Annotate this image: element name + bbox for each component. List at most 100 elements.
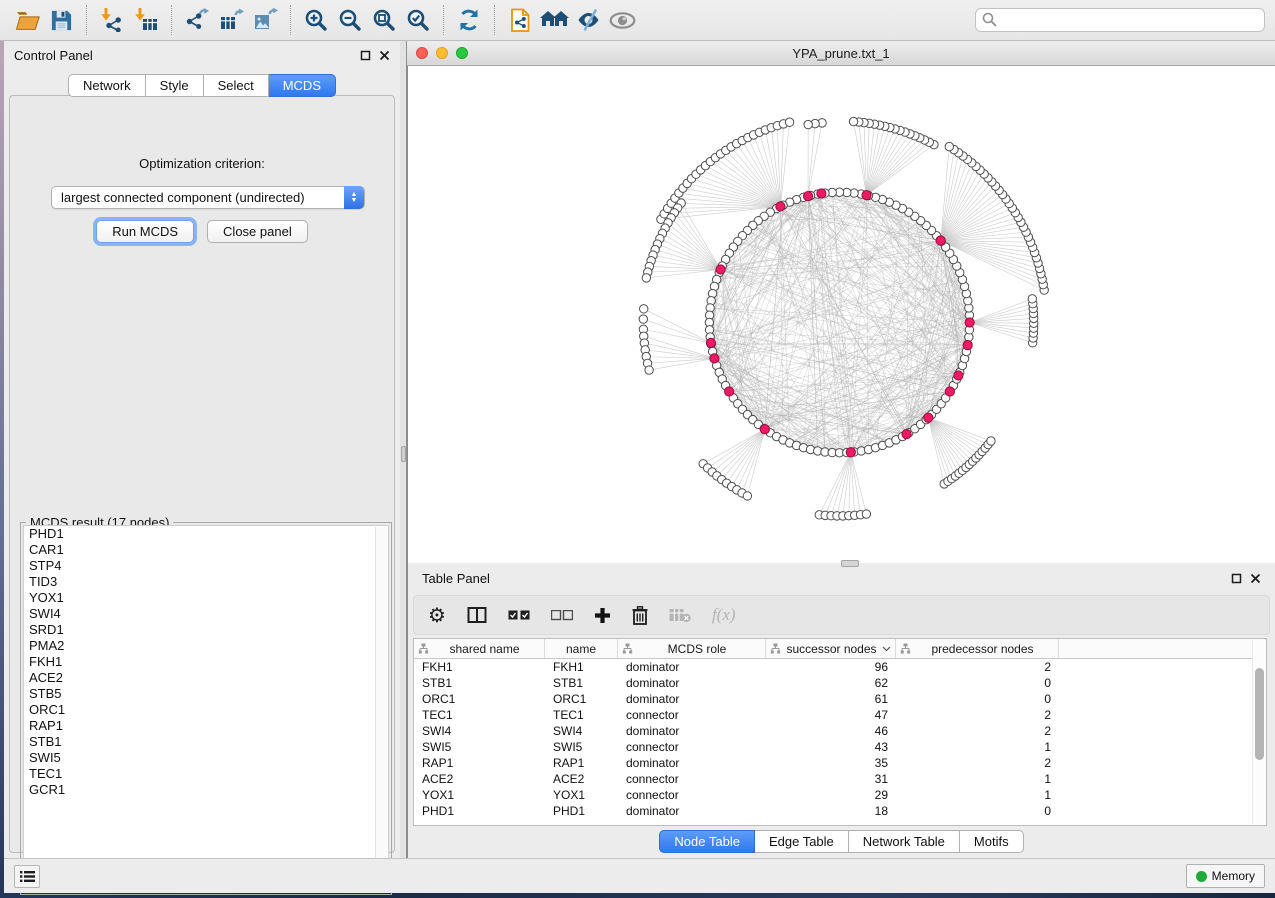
result-node-ace2[interactable]: ACE2 [24,670,388,686]
result-node-car1[interactable]: CAR1 [24,542,388,558]
export-table-button[interactable] [216,5,246,35]
table-row-fkh1[interactable]: FKH1FKH1dominator962 [414,659,1266,675]
table-scrollbar-thumb[interactable] [1255,668,1264,760]
maximize-window-icon[interactable] [456,47,468,59]
float-panel-icon[interactable] [1231,573,1242,584]
table-row-stb1[interactable]: STB1STB1dominator620 [414,675,1266,691]
result-node-fkh1[interactable]: FKH1 [24,654,388,670]
tab-network[interactable]: Network [68,74,146,97]
export-table-icon [219,8,244,32]
cell-successor-nodes: 18 [766,803,896,819]
float-panel-icon[interactable] [360,50,371,61]
column-header-predecessor-nodes[interactable]: predecessor nodes [896,639,1059,658]
cell-name: ACE2 [545,771,618,787]
table-row-yox1[interactable]: YOX1YOX1connector291 [414,787,1266,803]
export-image-button[interactable] [250,5,280,35]
vertical-splitter[interactable] [400,41,407,858]
network-titlebar[interactable]: YPA_prune.txt_1 [407,41,1275,66]
result-node-orc1[interactable]: ORC1 [24,702,388,718]
table-row-tec1[interactable]: TEC1TEC1connector472 [414,707,1266,723]
import-table-icon [134,8,158,32]
table-row-swi5[interactable]: SWI5SWI5connector431 [414,739,1266,755]
network-window: YPA_prune.txt_1 [407,41,1275,563]
splitter-handle[interactable] [401,446,406,462]
result-node-stb5[interactable]: STB5 [24,686,388,702]
close-panel-icon[interactable] [379,50,390,61]
network-canvas[interactable] [407,66,1275,563]
unselect-all-columns-icon[interactable] [551,610,573,621]
optimization-criterion-select[interactable]: largest connected component (undirected)… [51,186,365,209]
delete-table-icon-disabled [669,608,691,623]
close-panel-icon[interactable] [1250,573,1261,584]
tab-select[interactable]: Select [204,74,269,97]
attribute-tree-icon [622,643,633,654]
delete-column-icon[interactable] [632,606,648,625]
zoom-in-button[interactable] [301,5,331,35]
table-tabs: Node TableEdge TableNetwork TableMotifs [408,830,1275,853]
share-document-button[interactable] [505,5,535,35]
refresh-layout-button[interactable] [454,5,484,35]
save-session-button[interactable] [46,5,76,35]
result-node-yox1[interactable]: YOX1 [24,590,388,606]
close-window-icon[interactable] [416,47,428,59]
import-network-button[interactable] [97,5,127,35]
memory-button[interactable]: Memory [1186,864,1265,888]
tab-style[interactable]: Style [146,74,204,97]
horizontal-splitter-handle[interactable] [841,560,859,567]
result-node-pma2[interactable]: PMA2 [24,638,388,654]
cell-name: RAP1 [545,755,618,771]
result-node-swi4[interactable]: SWI4 [24,606,388,622]
minimize-window-icon[interactable] [436,47,448,59]
first-neighbors-button[interactable] [539,5,569,35]
tab-mcds[interactable]: MCDS [269,74,336,97]
tab-edge-table[interactable]: Edge Table [755,830,849,853]
result-node-srd1[interactable]: SRD1 [24,622,388,638]
result-node-stb1[interactable]: STB1 [24,734,388,750]
tab-network-table[interactable]: Network Table [849,830,960,853]
search-input[interactable] [975,8,1265,32]
table-row-phd1[interactable]: PHD1PHD1dominator180 [414,803,1266,819]
task-history-button[interactable] [14,865,40,888]
tab-node-table[interactable]: Node Table [659,830,755,853]
result-list-scrollbar[interactable] [375,527,387,890]
open-file-button[interactable] [12,5,42,35]
table-row-ace2[interactable]: ACE2ACE2connector311 [414,771,1266,787]
export-network-button[interactable] [182,5,212,35]
result-node-tec1[interactable]: TEC1 [24,766,388,782]
cell-predecessor-nodes: 2 [896,659,1059,675]
table-settings-gear-icon[interactable]: ⚙ [428,605,446,625]
close-panel-button[interactable]: Close panel [207,220,308,243]
refresh-icon [457,8,481,32]
import-table-button[interactable] [131,5,161,35]
result-node-gcr1[interactable]: GCR1 [24,782,388,798]
create-column-icon[interactable] [594,607,611,624]
main-area: Control Panel NetworkStyleSelectMCDS Opt… [4,41,1275,858]
column-header-successor-nodes[interactable]: successor nodes [766,639,896,658]
zoom-out-button[interactable] [335,5,365,35]
table-row-swi4[interactable]: SWI4SWI4dominator462 [414,723,1266,739]
column-header-name[interactable]: name [545,639,618,658]
tab-motifs[interactable]: Motifs [960,830,1024,853]
zoom-fit-button[interactable] [369,5,399,35]
hide-selected-button[interactable] [573,5,603,35]
show-columns-icon[interactable] [467,606,487,624]
mcds-result-list[interactable]: PHD1CAR1STP4TID3YOX1SWI4SRD1PMA2FKH1ACE2… [23,525,389,892]
run-mcds-button[interactable]: Run MCDS [96,220,194,243]
table-scrollbar[interactable] [1252,640,1266,824]
network-graph[interactable] [408,66,1275,563]
two-houses-icon [540,10,569,31]
show-all-button[interactable] [607,5,637,35]
column-header-shared-name[interactable]: shared name [414,639,545,658]
table-row-rap1[interactable]: RAP1RAP1dominator352 [414,755,1266,771]
result-node-swi5[interactable]: SWI5 [24,750,388,766]
select-all-columns-icon[interactable] [508,610,530,621]
result-node-stp4[interactable]: STP4 [24,558,388,574]
result-node-rap1[interactable]: RAP1 [24,718,388,734]
result-node-tid3[interactable]: TID3 [24,574,388,590]
result-node-phd1[interactable]: PHD1 [24,526,388,542]
column-header-mcds-role[interactable]: MCDS role [618,639,766,658]
table-row-orc1[interactable]: ORC1ORC1dominator610 [414,691,1266,707]
zoom-selected-button[interactable] [403,5,433,35]
select-stepper-icon: ▲▼ [344,186,364,209]
toolbar-separator [290,5,291,35]
